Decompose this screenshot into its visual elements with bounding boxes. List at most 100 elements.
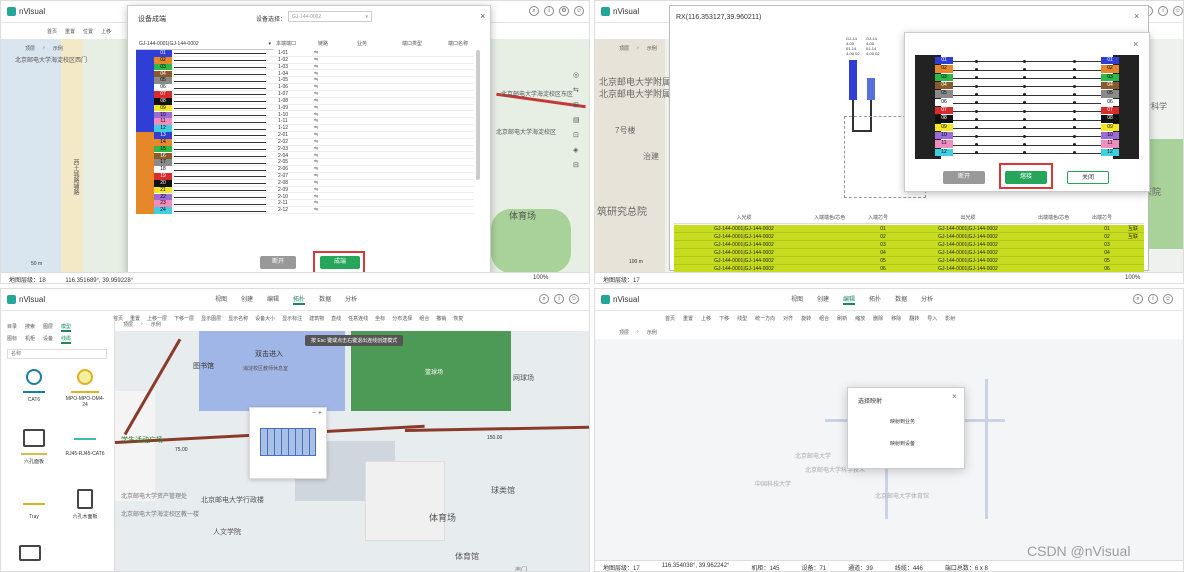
link-icon[interactable]: ⇋ [314, 71, 318, 78]
table-row[interactable]: GJ-144-0001|GJ-144-0002 02 GJ-144-0001|GJ-… [674, 233, 1144, 241]
map-to-business-option[interactable]: 映射到业务 [890, 418, 915, 425]
link-icon[interactable]: ⇋ [314, 91, 318, 98]
link-icon[interactable]: ⇋ [314, 159, 318, 166]
link-icon[interactable]: ⇋ [314, 146, 318, 153]
toolbar-item[interactable]: 显示标注 [282, 315, 302, 322]
fiber-row[interactable]: 12 1-12 ⇋ [154, 125, 474, 132]
toolbar-item[interactable]: 上移 [701, 315, 711, 322]
left-fiber-chip[interactable]: 06 [935, 98, 953, 106]
palette-item[interactable]: 六孔木面板 [63, 489, 107, 520]
toolbar-item[interactable]: 对齐 [783, 315, 793, 322]
right-fiber-chip[interactable]: 05 [1101, 90, 1119, 98]
breadcrumb-item[interactable]: 顶层 [619, 329, 629, 336]
breadcrumb-item[interactable]: 示例 [53, 45, 63, 52]
fiber-row[interactable]: 06 1-06 ⇋ [154, 84, 474, 91]
close-button[interactable]: 关闭 [1067, 171, 1109, 184]
tab-devices[interactable]: 设备 [43, 335, 53, 344]
map-to-device-option[interactable]: 映射到设备 [890, 440, 915, 447]
toolbar-position[interactable]: 位置 [83, 28, 93, 35]
fiber-row[interactable]: 15 2-03 ⇋ [154, 145, 474, 153]
device-select[interactable]: GJ-144-0002 ▾ [288, 11, 372, 22]
tab-cabinets[interactable]: 机柜 [25, 335, 35, 344]
breadcrumb-item[interactable]: 示例 [647, 45, 657, 52]
search-icon[interactable]: ⌕ [539, 294, 549, 304]
right-fiber-chip[interactable]: 08 [1101, 115, 1119, 123]
fiber-row[interactable]: 21 2-09 ⇋ [154, 186, 474, 194]
toolbar-item[interactable]: 删除 [873, 315, 883, 322]
link-icon[interactable]: ⇋ [314, 207, 318, 214]
tab-view[interactable]: 视图 [791, 294, 803, 305]
tab-data[interactable]: 数据 [895, 294, 907, 305]
tool-icon[interactable]: ◈ [573, 146, 580, 154]
fiber-row[interactable]: 07 1-07 ⇋ [154, 91, 474, 98]
user-icon[interactable]: ☺ [1173, 6, 1183, 16]
user-icon[interactable]: ☺ [1163, 294, 1173, 304]
breadcrumb-item[interactable]: 示例 [151, 321, 161, 328]
fiber-row[interactable]: 16 2-04 ⇋ [154, 152, 474, 160]
fiber-row[interactable]: 13 2-01 ⇋ [154, 132, 474, 139]
link-icon[interactable]: ⇋ [314, 84, 318, 91]
search-input[interactable] [7, 349, 107, 359]
left-fiber-chip[interactable]: 02 [935, 65, 953, 73]
left-fiber-chip[interactable]: 03 [935, 73, 953, 81]
tab-edit[interactable]: 编辑 [267, 294, 279, 305]
table-row[interactable]: GJ-144-0001|GJ-144-0002 05 GJ-144-0001|GJ-… [674, 257, 1144, 265]
tab-edit[interactable]: 编辑 [843, 294, 856, 305]
tool-icon[interactable]: ▤ [573, 116, 580, 124]
right-fiber-chip[interactable]: 10 [1101, 132, 1119, 140]
toolbar-item[interactable]: 直线 [331, 315, 341, 322]
tab-analysis[interactable]: 分析 [921, 294, 933, 305]
tab-cables[interactable]: 线缆 [61, 335, 72, 344]
disconnect-button[interactable]: 断开 [260, 256, 296, 269]
tab-directory[interactable]: 目录 [7, 323, 17, 332]
toolbar-item[interactable]: 下移 [719, 315, 729, 322]
breadcrumb-item[interactable]: 顶层 [123, 321, 133, 328]
palette-item[interactable]: MPO-MPO-OM4-24 [63, 369, 107, 408]
left-fiber-chip[interactable]: 12 [935, 148, 953, 156]
toolbar-item[interactable]: 旋转 [801, 315, 811, 322]
link-icon[interactable]: ⇋ [314, 153, 318, 160]
tab-data[interactable]: 数据 [319, 294, 331, 305]
left-fiber-chip[interactable]: 08 [935, 115, 953, 123]
fiber-row[interactable]: 01 1-01 ⇋ [154, 50, 474, 57]
tool-icon[interactable]: ⇆ [573, 86, 580, 94]
tab-view[interactable]: 视图 [215, 294, 227, 305]
fiber-row[interactable]: 14 2-02 ⇋ [154, 138, 474, 146]
link-icon[interactable]: ⇋ [314, 173, 318, 180]
breadcrumb-item[interactable]: 示例 [647, 329, 657, 336]
user-icon[interactable]: ☺ [574, 6, 584, 16]
link-icon[interactable]: ⇋ [314, 105, 318, 112]
fiber-row[interactable]: 23 2-11 ⇋ [154, 200, 474, 208]
toolbar-item[interactable]: 首页 [665, 315, 675, 322]
fiber-row[interactable]: 09 1-09 ⇋ [154, 104, 474, 112]
left-fiber-chip[interactable]: 10 [935, 132, 953, 140]
fiber-select[interactable]: GJ-144-0001|GJ-144-0002 ▾ [136, 40, 274, 50]
close-icon[interactable]: × [952, 392, 957, 401]
link-icon[interactable]: ⇋ [314, 112, 318, 119]
right-fiber-chip[interactable]: 03 [1101, 73, 1119, 81]
fiber-row[interactable]: 10 1-10 ⇋ [154, 111, 474, 119]
panel-icon[interactable] [19, 545, 41, 561]
tab-create[interactable]: 创建 [241, 294, 253, 305]
info-icon[interactable]: i [1158, 6, 1168, 16]
right-fiber-chip[interactable]: 02 [1101, 65, 1119, 73]
right-fiber-chip[interactable]: 06 [1101, 98, 1119, 106]
link-icon[interactable]: ⇋ [314, 118, 318, 125]
fiber-row[interactable]: 02 1-02 ⇋ [154, 56, 474, 64]
link-icon[interactable]: ⇋ [314, 187, 318, 194]
toolbar-item[interactable]: 显示名称 [228, 315, 248, 322]
toolbar-item[interactable]: 显示图层 [201, 315, 221, 322]
toolbar-item[interactable]: 组合 [419, 315, 429, 322]
user-icon[interactable]: ☺ [569, 294, 579, 304]
toolbar-item[interactable]: 缩放 [855, 315, 865, 322]
cable-b[interactable] [867, 78, 875, 100]
search-icon[interactable]: ⌕ [1133, 294, 1143, 304]
tab-topology[interactable]: 拓扑 [293, 294, 306, 305]
fiber-row[interactable]: 20 2-08 ⇋ [154, 179, 474, 187]
link-icon[interactable]: ⇋ [314, 132, 318, 139]
device-card[interactable]: − + [249, 407, 327, 479]
table-row[interactable]: GJ-144-0001|GJ-144-0002 01 GJ-144-0001|GJ-… [674, 225, 1144, 233]
fiber-row[interactable]: 05 1-05 ⇋ [154, 77, 474, 85]
toolbar-item[interactable]: 移除 [891, 315, 901, 322]
toolbar-item[interactable]: 导入 [927, 315, 937, 322]
